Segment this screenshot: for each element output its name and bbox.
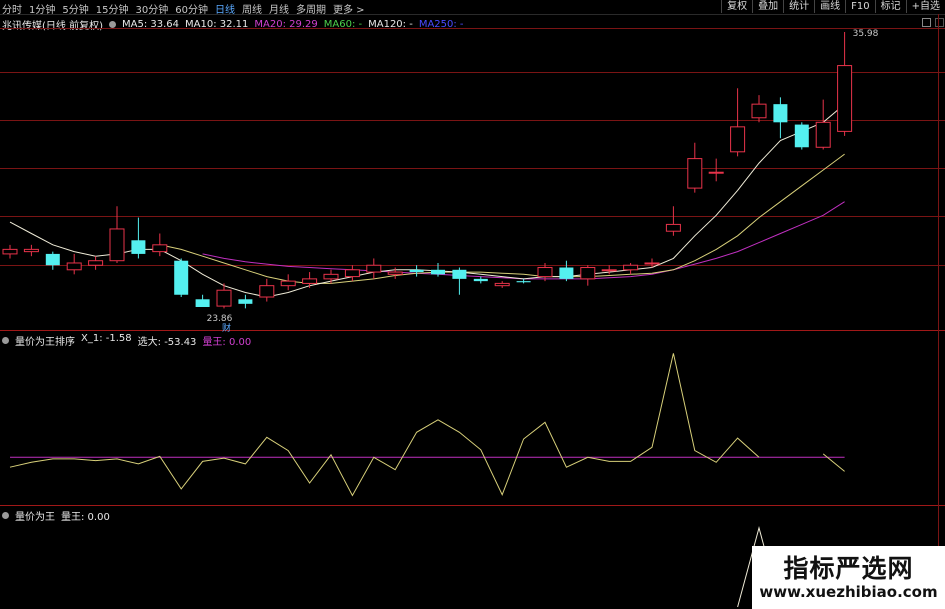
watermark-url: www.xuezhibiao.com [759,583,938,601]
ma20-line [202,201,845,280]
candle-body [152,244,168,253]
candle-body [66,262,82,271]
finance-marker: 财 [222,322,231,334]
candle-body [623,264,639,271]
candle-body [195,299,210,307]
candle-body [559,267,574,279]
candle-body [2,248,18,255]
sub1-indicator-line [9,353,845,497]
candle-body [216,289,232,307]
candle-body [644,262,660,265]
candle-body [88,260,104,266]
candle-body [837,65,853,132]
candle-body [708,171,724,174]
candle-body [580,267,596,280]
candle-body [409,269,424,273]
candle-body [45,253,60,266]
kline-chart[interactable]: 35.98 23.86财 [0,0,945,609]
candle-body [494,282,510,287]
candle-body [601,269,617,272]
candle-body [452,269,467,279]
candle-body [815,121,831,148]
candle-body [280,280,296,287]
candle-body [537,267,553,278]
low-price-label: 23.86 [207,314,233,324]
candle-body [302,278,318,284]
candle-body [473,278,488,282]
candle-body [387,271,403,275]
candle-body [665,223,681,232]
candle-body [344,269,360,278]
candle-body [323,273,339,280]
candle-body [516,281,531,283]
watermark-title: 指标严选网 [783,554,914,583]
candle-body [687,158,703,189]
ma5-line [9,103,845,298]
candle-body [431,269,445,275]
candle-body [751,103,767,119]
candle-body [773,104,788,123]
candle-body [131,240,146,254]
candle-body [794,124,809,148]
candle-body [238,299,253,304]
candle-body [259,285,275,298]
candle-body [174,260,189,295]
candle-body [366,264,382,273]
candle-body [109,228,125,262]
candle-body [23,248,39,253]
high-price-label: 35.98 [853,29,879,39]
watermark: 指标严选网 www.xuezhibiao.com [752,546,945,609]
candle-body [730,126,746,153]
